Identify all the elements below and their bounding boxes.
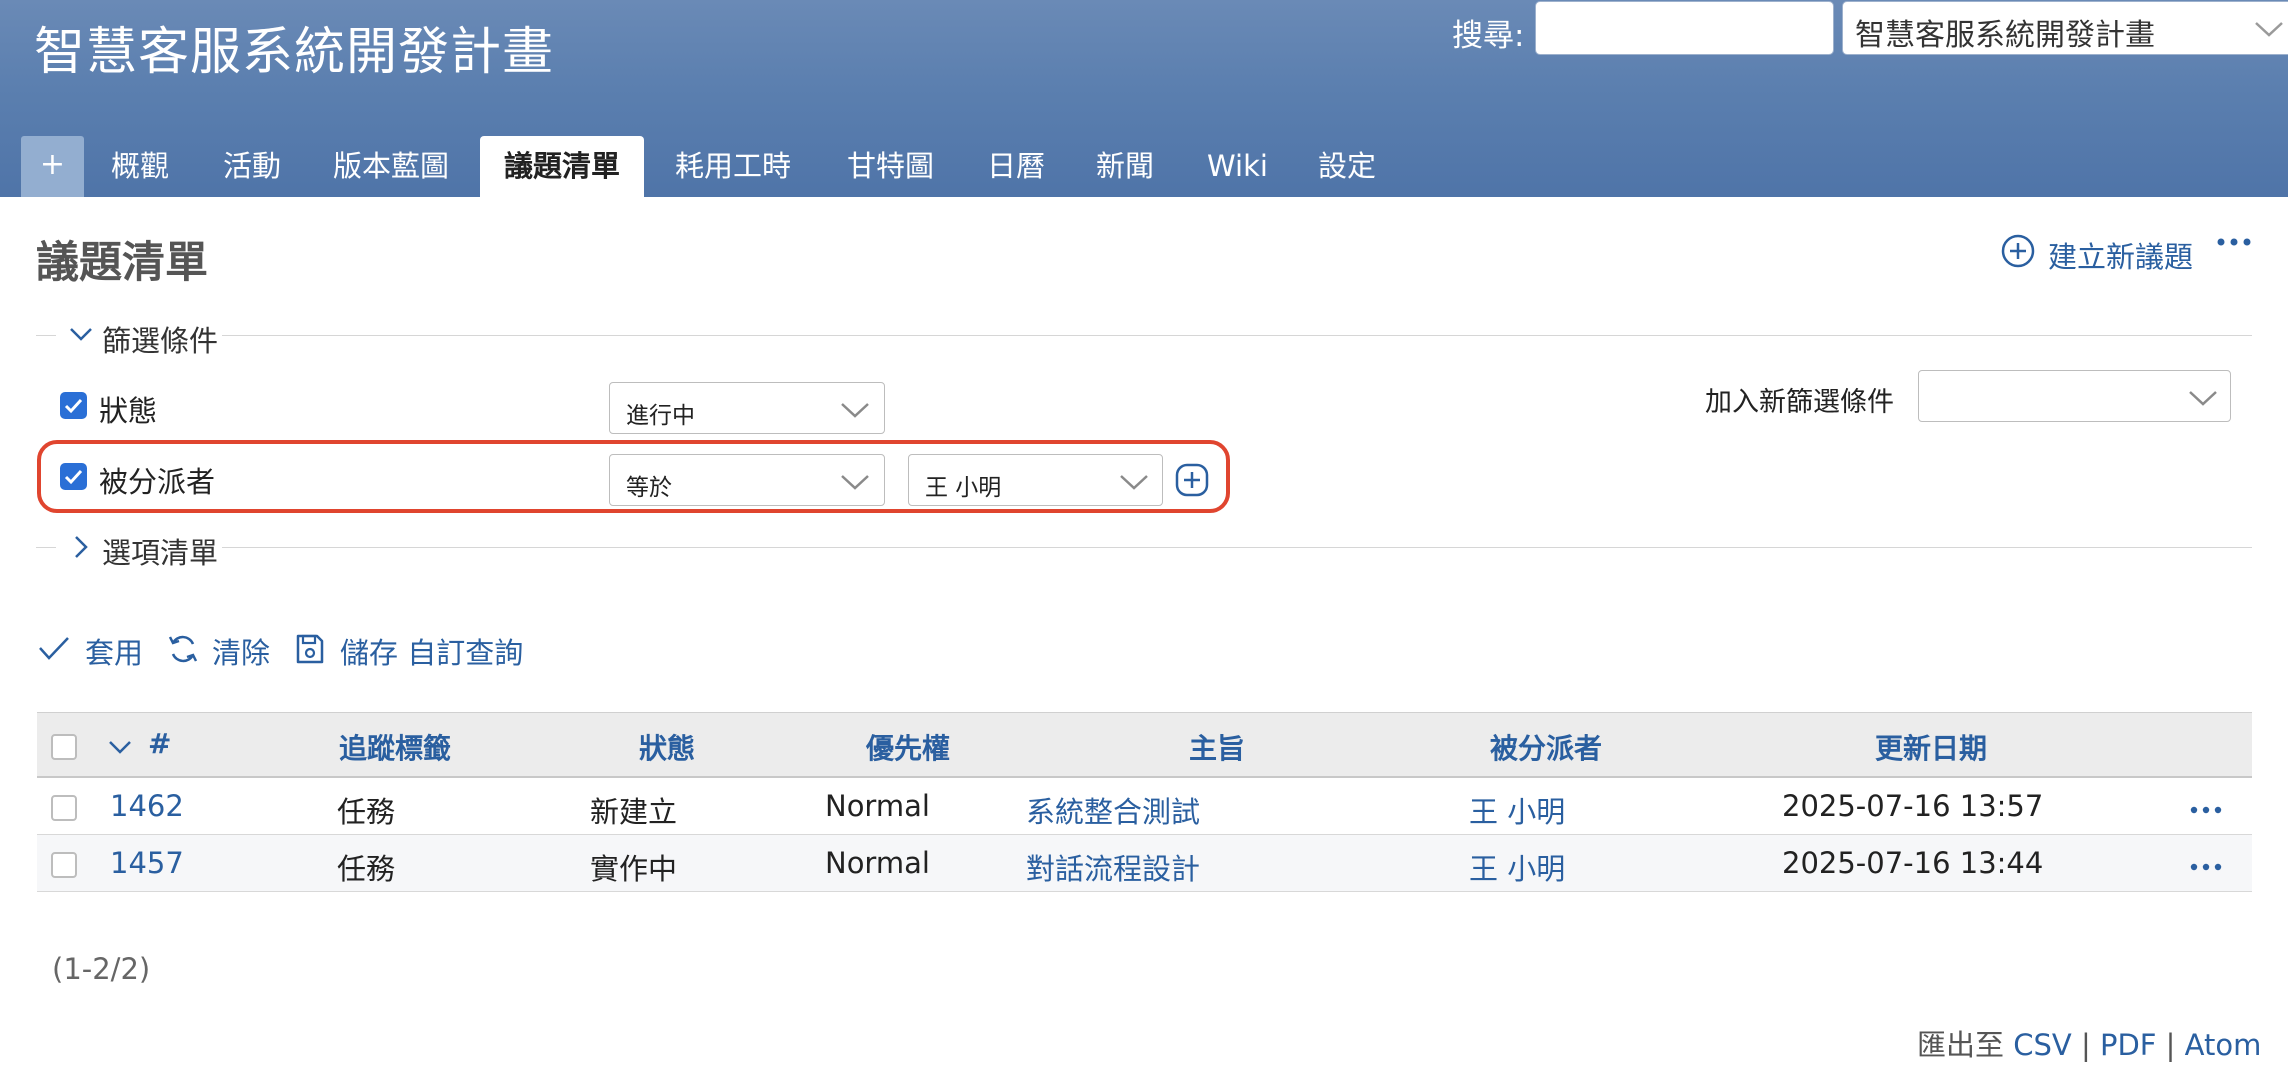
new-object-button[interactable]: + <box>21 136 84 197</box>
export-csv-link[interactable]: CSV <box>2013 1028 2072 1062</box>
issue-priority: Normal <box>825 789 930 823</box>
select-all-checkbox[interactable] <box>51 734 77 760</box>
fieldset-border <box>222 547 2252 548</box>
row-checkbox[interactable] <box>51 795 77 821</box>
export-pdf-link[interactable]: PDF <box>2100 1028 2157 1062</box>
column-header-id[interactable]: # <box>148 727 171 760</box>
column-header-assignee[interactable]: 被分派者 <box>1490 727 1602 767</box>
tab-overview[interactable]: 概觀 <box>111 136 169 197</box>
more-actions-icon[interactable] <box>2189 862 2223 872</box>
issue-status: 實作中 <box>590 852 678 886</box>
fieldset-border <box>222 335 2252 336</box>
export-atom-link[interactable]: Atom <box>2185 1028 2262 1062</box>
chevron-down-icon[interactable] <box>107 737 133 757</box>
highlight-outline <box>37 440 1230 513</box>
issue-status: 新建立 <box>590 795 678 829</box>
status-filter-checkbox[interactable] <box>60 392 87 419</box>
header: 智慧客服系統開發計畫 搜尋: 智慧客服系統開發計畫 + 概觀 活動 版本藍圖 議… <box>0 0 2288 197</box>
add-filter-label: 加入新篩選條件 <box>1705 387 1894 418</box>
save-icon <box>296 634 324 664</box>
reload-icon <box>168 635 198 663</box>
filters-legend[interactable]: 篩選條件 <box>102 318 218 360</box>
issue-tracker: 任務 <box>337 852 396 886</box>
tab-calendar[interactable]: 日曆 <box>987 136 1045 197</box>
check-icon <box>39 637 69 660</box>
issue-updated: 2025-07-16 13:44 <box>1782 846 2044 880</box>
issue-subject-link[interactable]: 系統整合測試 <box>1026 789 1200 831</box>
export-prefix: 匯出至 <box>1917 1028 2005 1062</box>
tab-activity[interactable]: 活動 <box>223 136 281 197</box>
add-circle-icon <box>2001 234 2035 268</box>
separator: | <box>2080 1028 2091 1062</box>
table-header: # 追蹤標籤 狀態 優先權 主旨 被分派者 更新日期 <box>37 712 2252 778</box>
options-legend[interactable]: 選項清單 <box>102 530 218 572</box>
tab-settings[interactable]: 設定 <box>1318 136 1376 197</box>
issue-subject-link[interactable]: 對話流程設計 <box>1026 846 1200 888</box>
separator: | <box>2165 1028 2176 1062</box>
column-header-subject[interactable]: 主旨 <box>1189 727 1245 767</box>
fieldset-border <box>36 335 56 336</box>
chevron-right-icon[interactable] <box>72 534 90 560</box>
table-row: 1462 任務 新建立 Normal 系統整合測試 王 小明 2025-07-1… <box>37 778 2252 835</box>
issue-tracker: 任務 <box>337 795 396 829</box>
issue-id-link[interactable]: 1462 <box>110 789 184 823</box>
tab-wiki[interactable]: Wiki <box>1207 136 1268 197</box>
tab-news[interactable]: 新聞 <box>1096 136 1154 197</box>
column-header-status[interactable]: 狀態 <box>639 727 695 767</box>
chevron-down-icon <box>841 403 869 418</box>
status-operator-value: 進行中 <box>626 403 695 429</box>
issue-id-link[interactable]: 1457 <box>110 846 184 880</box>
clear-label: 清除 <box>212 636 271 670</box>
search-input[interactable] <box>1535 1 1834 55</box>
save-query-label: 儲存 自訂查詢 <box>340 636 524 670</box>
apply-label: 套用 <box>85 636 144 670</box>
project-select-value: 智慧客服系統開發計畫 <box>1855 18 2155 53</box>
issue-updated: 2025-07-16 13:57 <box>1782 789 2044 823</box>
column-header-tracker[interactable]: 追蹤標籤 <box>339 727 451 767</box>
status-filter-label: 狀態 <box>99 394 158 428</box>
chevron-down-icon[interactable] <box>68 324 94 344</box>
fieldset-border <box>36 547 56 548</box>
check-icon <box>64 398 83 414</box>
row-checkbox[interactable] <box>51 852 77 878</box>
tab-roadmap[interactable]: 版本藍圖 <box>333 136 449 197</box>
export-links: 匯出至 CSV | PDF | Atom <box>1917 1022 2261 1064</box>
table-row: 1457 任務 實作中 Normal 對話流程設計 王 小明 2025-07-1… <box>37 835 2252 892</box>
pagination-count: (1-2/2) <box>52 952 151 986</box>
issue-assignee-link[interactable]: 王 小明 <box>1469 846 1565 888</box>
project-title[interactable]: 智慧客服系統開發計畫 <box>34 10 554 84</box>
tab-issues[interactable]: 議題清單 <box>480 136 645 197</box>
column-header-priority[interactable]: 優先權 <box>866 727 950 767</box>
issue-assignee-link[interactable]: 王 小明 <box>1469 789 1565 831</box>
tab-gantt[interactable]: 甘特圖 <box>847 136 934 197</box>
issue-priority: Normal <box>825 846 930 880</box>
new-issue-label: 建立新議題 <box>2048 240 2194 274</box>
more-actions-icon[interactable] <box>2216 236 2252 248</box>
add-filter-select[interactable] <box>1918 370 2231 422</box>
project-select[interactable]: 智慧客服系統開發計畫 <box>1842 1 2288 55</box>
chevron-down-icon <box>2189 391 2217 406</box>
more-actions-icon[interactable] <box>2189 805 2223 815</box>
column-header-updated[interactable]: 更新日期 <box>1875 727 1987 767</box>
chevron-down-icon <box>2255 22 2283 37</box>
status-operator-select[interactable]: 進行中 <box>609 382 885 434</box>
page-title: 議題清單 <box>36 238 208 288</box>
tab-time-entries[interactable]: 耗用工時 <box>675 136 791 197</box>
search-label: 搜尋: <box>1452 18 1525 54</box>
